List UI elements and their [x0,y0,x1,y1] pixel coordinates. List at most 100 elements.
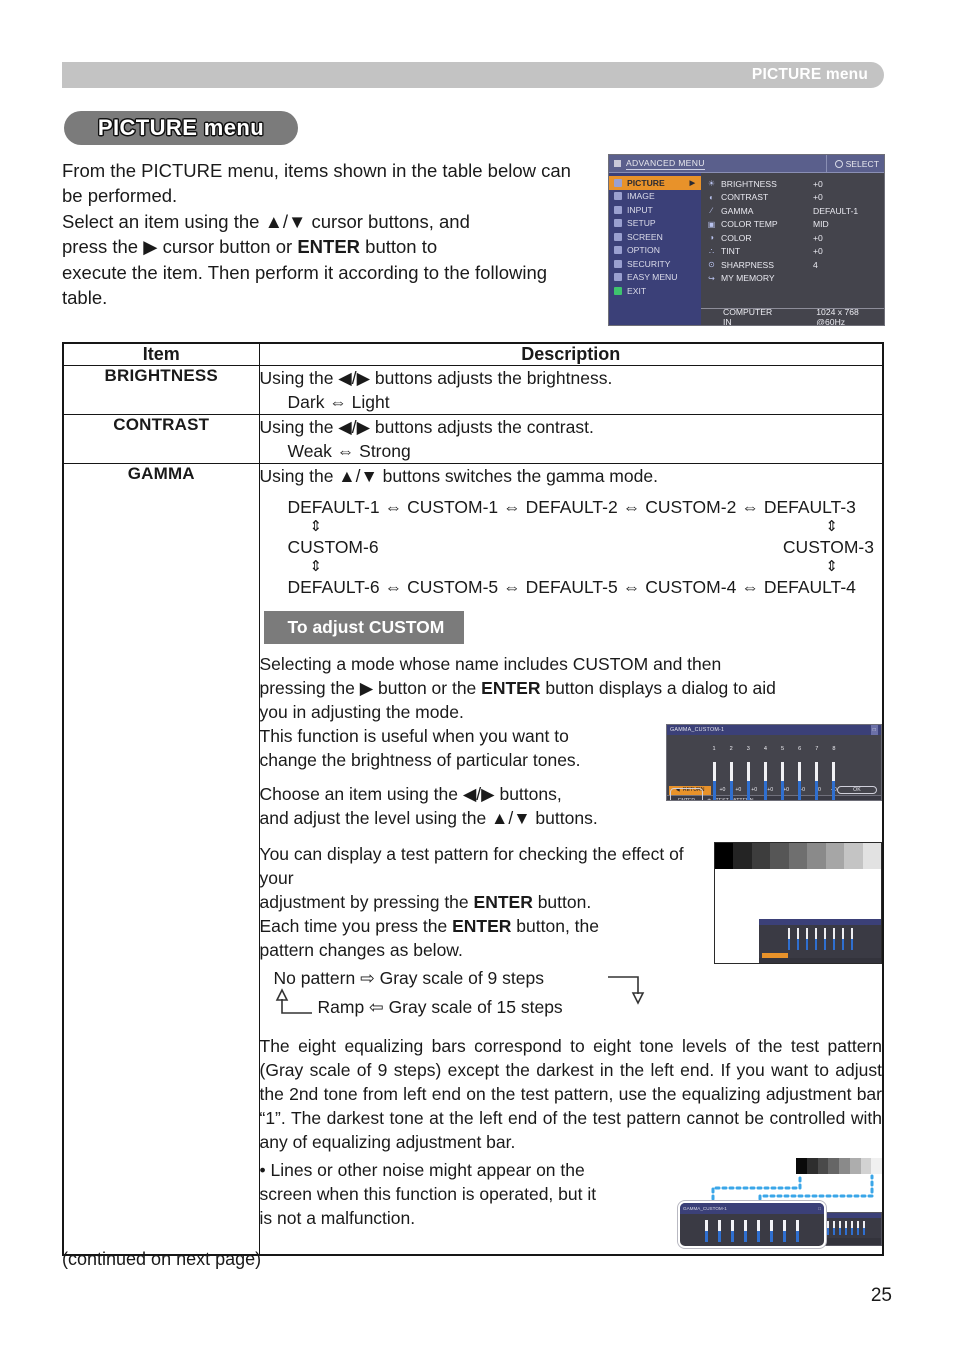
equalizer-bar [857,1221,859,1235]
enter-keyword: ENTER [473,892,533,912]
equalizer-bar [832,928,835,950]
equalizer-bar[interactable] [747,762,750,800]
equalizer-bar[interactable] [832,762,835,800]
column-header-item: Item [62,342,260,366]
gamma-mode: CUSTOM-1 [407,497,499,517]
equalizer-bar [845,1221,847,1235]
intro-line-1: From the PICTURE menu, items shown in th… [62,160,483,181]
enter-keyword: ENTER [481,678,541,698]
my-memory-icon: ↪ [708,273,715,283]
equalizer-bar [851,1221,853,1235]
equalizer-bar [744,1220,747,1242]
intro-paragraph: From the PICTURE menu, items shown in th… [62,158,592,310]
osd-setting-brightness[interactable]: ☀ BRIGHTNESS +0 [707,177,884,191]
osd-setting-tint[interactable]: ∴ TINT +0 [707,245,884,259]
osd-category-image[interactable]: IMAGE [609,190,701,204]
option-icon [614,246,622,255]
osd-category-screen[interactable]: SCREEN [609,230,701,244]
osd-setting-value: DEFAULT-1 [813,205,859,216]
osd-category-list: PICTURE ▶ IMAGE INPUT SETUP SCREEN OPTIO… [609,173,701,309]
gdlg-equalizer-bars [667,762,881,800]
custom-p1-line1: Selecting a mode whose name includes CUS… [259,654,722,674]
double-arrow-horizontal-icon: ⇔ [622,497,641,517]
brightness-desc-line1: Using the ◀/▶ buttons adjusts the bright… [259,368,613,388]
equalizer-bar [805,928,808,950]
osd-setting-contrast[interactable]: ◐ CONTRAST +0 [707,191,884,205]
gamma-cycle-bottom-row: DEFAULT-6 ⇔ CUSTOM-5 ⇔ DEFAULT-5 ⇔ CUSTO… [260,577,883,597]
tp-line3a: Each time you press the [259,916,453,936]
contrast-desc-line2: Weak ⇔ Strong [287,441,411,461]
osd-setting-label: GAMMA [721,205,754,216]
gdlg-equalizer-area: 1 2 3 4 5 6 7 8 [667,735,881,800]
osd-setting-sharpness[interactable]: ⊙ SHARPNESS 4 [707,258,884,272]
sharpness-icon: ⊙ [708,260,715,270]
osd-select-label: SELECT [845,158,879,169]
osd-category-input[interactable]: INPUT [609,203,701,217]
equalizer-bar[interactable] [730,762,733,800]
osd-setting-color-temp[interactable]: ▣ COLOR TEMP MID [707,218,884,232]
osd-category-setup[interactable]: SETUP [609,217,701,231]
callout-magnified-bars [680,1220,824,1242]
gray-step [788,843,808,869]
double-arrow-vertical-icon: ⇕ [309,518,323,535]
gdlg-bar-number: 6 [798,746,802,752]
osd-category-label: SECURITY [627,258,671,269]
running-header: PICTURE menu [62,62,884,88]
osd-status-footer: COMPUTER IN 1024 x 768 @60Hz [701,307,884,325]
item-label-brightness: BRIGHTNESS [62,365,260,415]
intro-line-3: Select an item using the ▲/▼ cursor butt… [62,210,470,232]
table-header-row: Item Description [62,342,884,366]
gamma-icon: ∕ [710,206,713,216]
custom-p1-line2a: pressing the ▶ button or the [259,678,482,698]
double-arrow-horizontal-icon: ⇔ [741,577,759,597]
intro-line-5: execute the item. Then perform it accord… [62,261,470,283]
easy-menu-icon [614,273,622,282]
double-arrow-vertical-icon: ⇕ [825,518,838,535]
gamma-cycle-middle-row: CUSTOM-6 CUSTOM-3 [260,537,883,557]
osd-setting-gamma[interactable]: ∕ GAMMA DEFAULT-1 [707,204,884,218]
equalizer-bar[interactable] [713,762,716,800]
osd-category-security[interactable]: SECURITY [609,257,701,271]
color-temp-icon: ▣ [707,219,716,229]
osd-category-label: INPUT [627,204,653,215]
osd-category-picture[interactable]: PICTURE ▶ [609,176,701,190]
custom-p1-line2c: button displays a dialog to aid [540,678,776,698]
equalizer-bar[interactable] [815,762,818,800]
equalizer-bar[interactable] [764,762,767,800]
osd-category-label: IMAGE [627,191,655,202]
equalizer-bar[interactable] [798,762,801,800]
osd-category-option[interactable]: OPTION [609,244,701,258]
enter-keyword: ENTER [452,916,512,936]
page-title: PICTURE menu [97,115,265,140]
osd-titlebar: ADVANCED MENU SELECT [609,155,884,173]
color-icon: ◑ [709,233,714,243]
osd-setting-color[interactable]: ◑ COLOR +0 [707,231,884,245]
osd-setting-value: +0 [813,232,823,243]
osd-category-exit[interactable]: EXIT [609,284,701,298]
equalizer-bar [833,1221,835,1235]
input-icon [614,205,622,214]
gdlg-bar-numbers: 1 2 3 4 5 6 7 8 [667,735,881,761]
osd-category-easy-menu[interactable]: EASY MENU [609,271,701,285]
double-arrow-horizontal-icon: ⇔ [384,577,403,597]
equalizer-bar [787,928,790,950]
equalizer-bar[interactable] [781,762,784,800]
osd-setting-my-memory[interactable]: ↪ MY MEMORY [707,272,884,286]
test-pattern-overlay-dialog [759,919,881,963]
gamma-mode: DEFAULT-2 [525,497,618,517]
contrast-desc-line1: Using the ◀/▶ buttons adjusts the contra… [259,417,594,437]
test-pattern-cycle-diagram: No pattern ⇨ Gray scale of 9 steps Ramp … [260,966,883,1028]
osd-category-label: EXIT [627,285,647,296]
osd-setting-value: +0 [813,178,823,189]
gdlg-bar-number: 5 [781,746,785,752]
table-row-gamma: GAMMA Using the ▲/▼ buttons switches the… [62,463,884,1256]
double-arrow-horizontal-icon: ⇔ [741,497,759,517]
gdlg-bar-number: 1 [712,746,716,752]
equalizer-bar [770,1220,773,1242]
custom-p1-line2: pressing the ▶ button or the ENTER butto… [260,676,883,700]
table-row-brightness: BRIGHTNESS Using the ◀/▶ buttons adjusts… [62,365,884,415]
select-wheel-icon [834,159,843,168]
gamma-mode: CUSTOM-4 [645,577,737,597]
intro-line-4a: press the ▶ cursor button or [62,236,298,258]
equalizing-bars-paragraph: The eight equalizing bars correspond to … [259,1036,883,1152]
